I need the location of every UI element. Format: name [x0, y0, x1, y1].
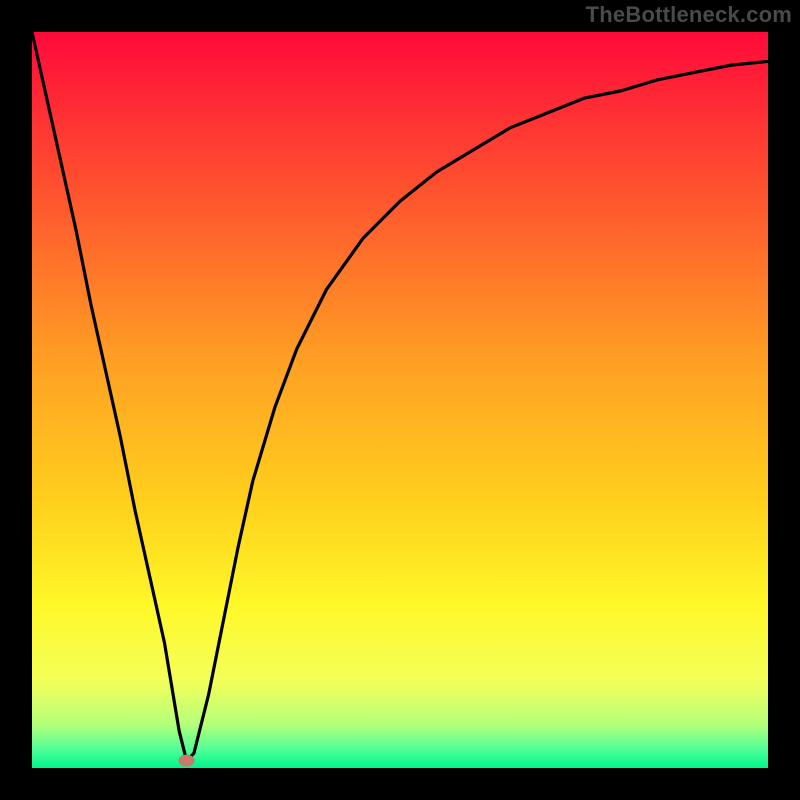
plot-outer — [32, 32, 768, 768]
plot-svg — [32, 32, 768, 768]
gradient-background — [32, 32, 768, 768]
chart-frame: TheBottleneck.com — [0, 0, 800, 800]
optimal-point-marker — [179, 755, 195, 767]
watermark-text: TheBottleneck.com — [586, 2, 792, 28]
